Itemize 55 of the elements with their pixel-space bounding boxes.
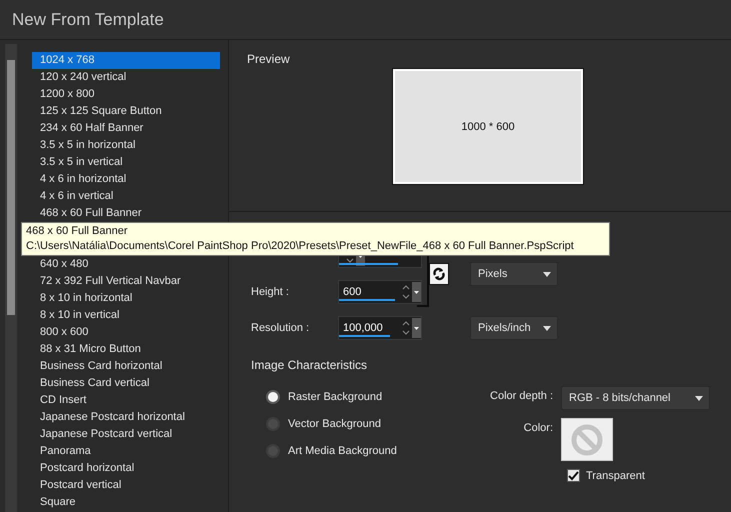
template-item[interactable]: 125 x 125 Square Button xyxy=(32,103,220,120)
template-item[interactable]: Square xyxy=(32,494,220,511)
tooltip-title: 468 x 60 Full Banner xyxy=(26,224,129,239)
template-item[interactable]: 120 x 240 vertical xyxy=(32,69,220,86)
template-item[interactable]: Japanese Postcard vertical xyxy=(32,426,220,443)
tooltip-path: C:\Users\Natália\Documents\Corel PaintShop Pro\2020\Presets\Preset_NewFile_468 x 60 Full Banner.PspScript xyxy=(26,239,575,254)
template-item[interactable]: Business Card vertical xyxy=(32,375,220,392)
template-item[interactable]: 1024 x 768 xyxy=(32,52,220,69)
template-item[interactable]: 640 x 480 xyxy=(32,256,220,273)
unit-dropdown[interactable]: Pixels xyxy=(470,262,558,286)
prohibited-icon xyxy=(570,422,604,456)
template-item[interactable]: 8 x 10 in horizontal xyxy=(32,290,220,307)
template-item[interactable]: Panorama xyxy=(32,443,220,460)
field-label: Height : xyxy=(251,286,289,298)
height-field[interactable]: 600 xyxy=(338,280,422,304)
template-item[interactable]: 72 x 392 Full Vertical Navbar xyxy=(32,273,220,290)
scrollbar[interactable] xyxy=(5,44,17,512)
checkbox-label: Transparent xyxy=(586,470,645,482)
template-item[interactable]: Postcard vertical xyxy=(32,477,220,494)
radio-button[interactable] xyxy=(266,390,280,404)
caret-icon xyxy=(695,396,703,400)
template-item[interactable]: Business Card horizontal xyxy=(32,358,220,375)
link-icon[interactable] xyxy=(429,263,449,285)
section-heading: Image Characteristics xyxy=(251,358,368,372)
template-item[interactable]: Japanese Postcard horizontal xyxy=(32,409,220,426)
template-item[interactable]: 4 x 6 in vertical xyxy=(32,188,220,205)
template-item[interactable]: 88 x 31 Micro Button xyxy=(32,341,220,358)
caret-icon xyxy=(543,272,551,276)
radio-label: Raster Background xyxy=(288,390,382,402)
radio-button[interactable] xyxy=(266,416,280,430)
radio-label: Vector Background xyxy=(288,418,381,430)
radio-label: Art Media Background xyxy=(288,444,397,456)
unit-dropdown[interactable]: Pixels/inch xyxy=(470,316,558,340)
section-heading: Preview xyxy=(247,52,291,66)
template-item[interactable]: 468 x 60 Full Banner xyxy=(32,205,220,222)
checkbox[interactable] xyxy=(567,469,580,482)
window-title: New From Template xyxy=(12,10,164,30)
caret-icon xyxy=(543,326,551,330)
field-label: Color depth : xyxy=(490,389,554,402)
resolution-field[interactable]: 100,000 xyxy=(338,316,422,340)
radio-button[interactable] xyxy=(266,444,280,458)
template-item[interactable]: 8 x 10 in vertical xyxy=(32,307,220,324)
template-item[interactable]: Postcard horizontal xyxy=(32,460,220,477)
color-depth-dropdown[interactable]: RGB - 8 bits/channel xyxy=(561,386,710,410)
template-item[interactable]: CD Insert xyxy=(32,392,220,409)
template-item[interactable]: 3.5 x 5 in vertical xyxy=(32,154,220,171)
template-item[interactable]: 1200 x 800 xyxy=(32,86,220,103)
preview-caption: 1000 * 600 xyxy=(461,120,515,132)
field-label: Color: xyxy=(524,421,554,434)
field-label: Resolution : xyxy=(251,322,310,334)
template-item[interactable]: 234 x 60 Half Banner xyxy=(32,120,220,137)
template-item[interactable]: 4 x 6 in horizontal xyxy=(32,171,220,188)
color-swatch[interactable] xyxy=(561,418,613,461)
template-item[interactable]: 3.5 x 5 in horizontal xyxy=(32,137,220,154)
template-item[interactable]: 800 x 600 xyxy=(32,324,220,341)
